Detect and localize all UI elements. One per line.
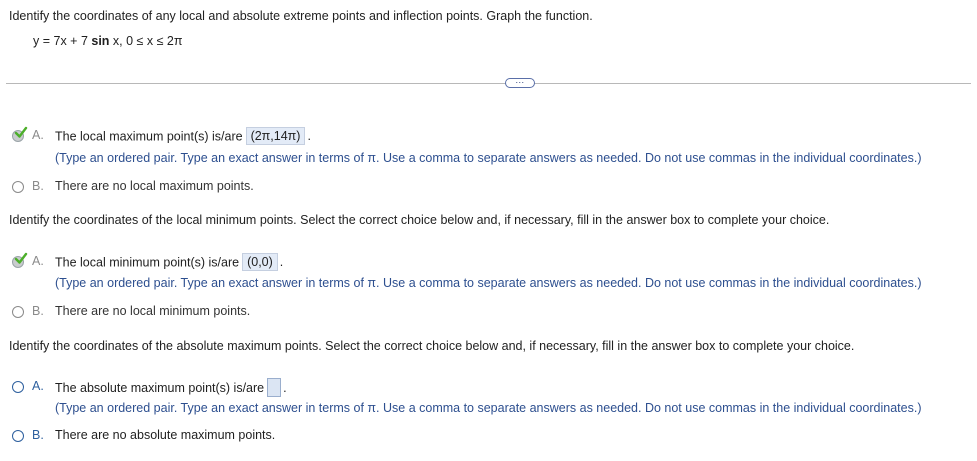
formula-suffix: x, 0 ≤ x ≤ 2π <box>109 34 183 48</box>
abs-max-text-b: There are no absolute maximum points. <box>55 428 276 442</box>
local-min-option-a[interactable]: A. The local minimum point(s) is/are (0,0… <box>12 252 967 272</box>
check-icon <box>14 126 28 138</box>
abs-max-answer-box[interactable] <box>267 378 282 397</box>
abs-max-option-b[interactable]: B. There are no absolute maximum points. <box>12 428 412 446</box>
local-max-label-a: The local maximum point(s) is/are <box>55 129 243 144</box>
formula-sin: sin <box>91 34 110 48</box>
formula-prefix: y = 7x + 7 <box>33 34 92 48</box>
abs-max-radio-a[interactable] <box>12 381 24 393</box>
local-min-letter-b: B. <box>32 304 44 318</box>
function-formula: y = 7x + 7 sin x, 0 ≤ x ≤ 2π <box>33 34 183 48</box>
section-divider <box>6 83 971 84</box>
local-min-hint: (Type an ordered pair. Type an exact ans… <box>55 276 922 290</box>
abs-max-letter-a: A. <box>32 379 44 393</box>
abs-max-letter-b: B. <box>32 428 44 442</box>
local-min-radio-b[interactable] <box>12 306 24 318</box>
abs-max-radio-b[interactable] <box>12 430 24 442</box>
check-icon <box>14 252 28 264</box>
local-max-text-b: There are no local maximum points. <box>55 179 254 193</box>
local-min-text-a: The local minimum point(s) is/are (0,0). <box>55 253 284 271</box>
local-min-letter-a: A. <box>32 254 44 268</box>
more-button[interactable]: ⋯ <box>505 78 535 88</box>
abs-max-label-a: The absolute maximum point(s) is/are <box>55 380 265 395</box>
local-min-text-b: There are no local minimum points. <box>55 304 251 318</box>
abs-max-option-a[interactable]: A. The absolute maximum point(s) is/are. <box>12 378 967 398</box>
question-prompt: Identify the coordinates of any local an… <box>9 9 593 23</box>
local-max-answer-box[interactable]: (2π,14π) <box>245 127 306 145</box>
local-min-answer-box[interactable]: (0,0) <box>242 253 278 271</box>
local-min-option-b[interactable]: B. There are no local minimum points. <box>12 304 412 322</box>
local-max-text-a: The local maximum point(s) is/are (2π,14π… <box>55 127 311 145</box>
local-max-letter-b: B. <box>32 179 44 193</box>
local-max-option-b[interactable]: B. There are no local maximum points. <box>12 179 412 197</box>
local-max-option-a[interactable]: A. The local maximum point(s) is/are (2π,… <box>12 126 967 146</box>
local-min-prompt: Identify the coordinates of the local mi… <box>9 213 830 227</box>
abs-max-text-a: The absolute maximum point(s) is/are. <box>55 378 287 398</box>
abs-max-hint: (Type an ordered pair. Type an exact ans… <box>55 401 922 415</box>
local-max-hint: (Type an ordered pair. Type an exact ans… <box>55 151 922 165</box>
abs-max-prompt: Identify the coordinates of the absolute… <box>9 339 855 353</box>
local-max-letter-a: A. <box>32 128 44 142</box>
local-min-label-a: The local minimum point(s) is/are <box>55 255 240 270</box>
local-max-radio-b[interactable] <box>12 181 24 193</box>
